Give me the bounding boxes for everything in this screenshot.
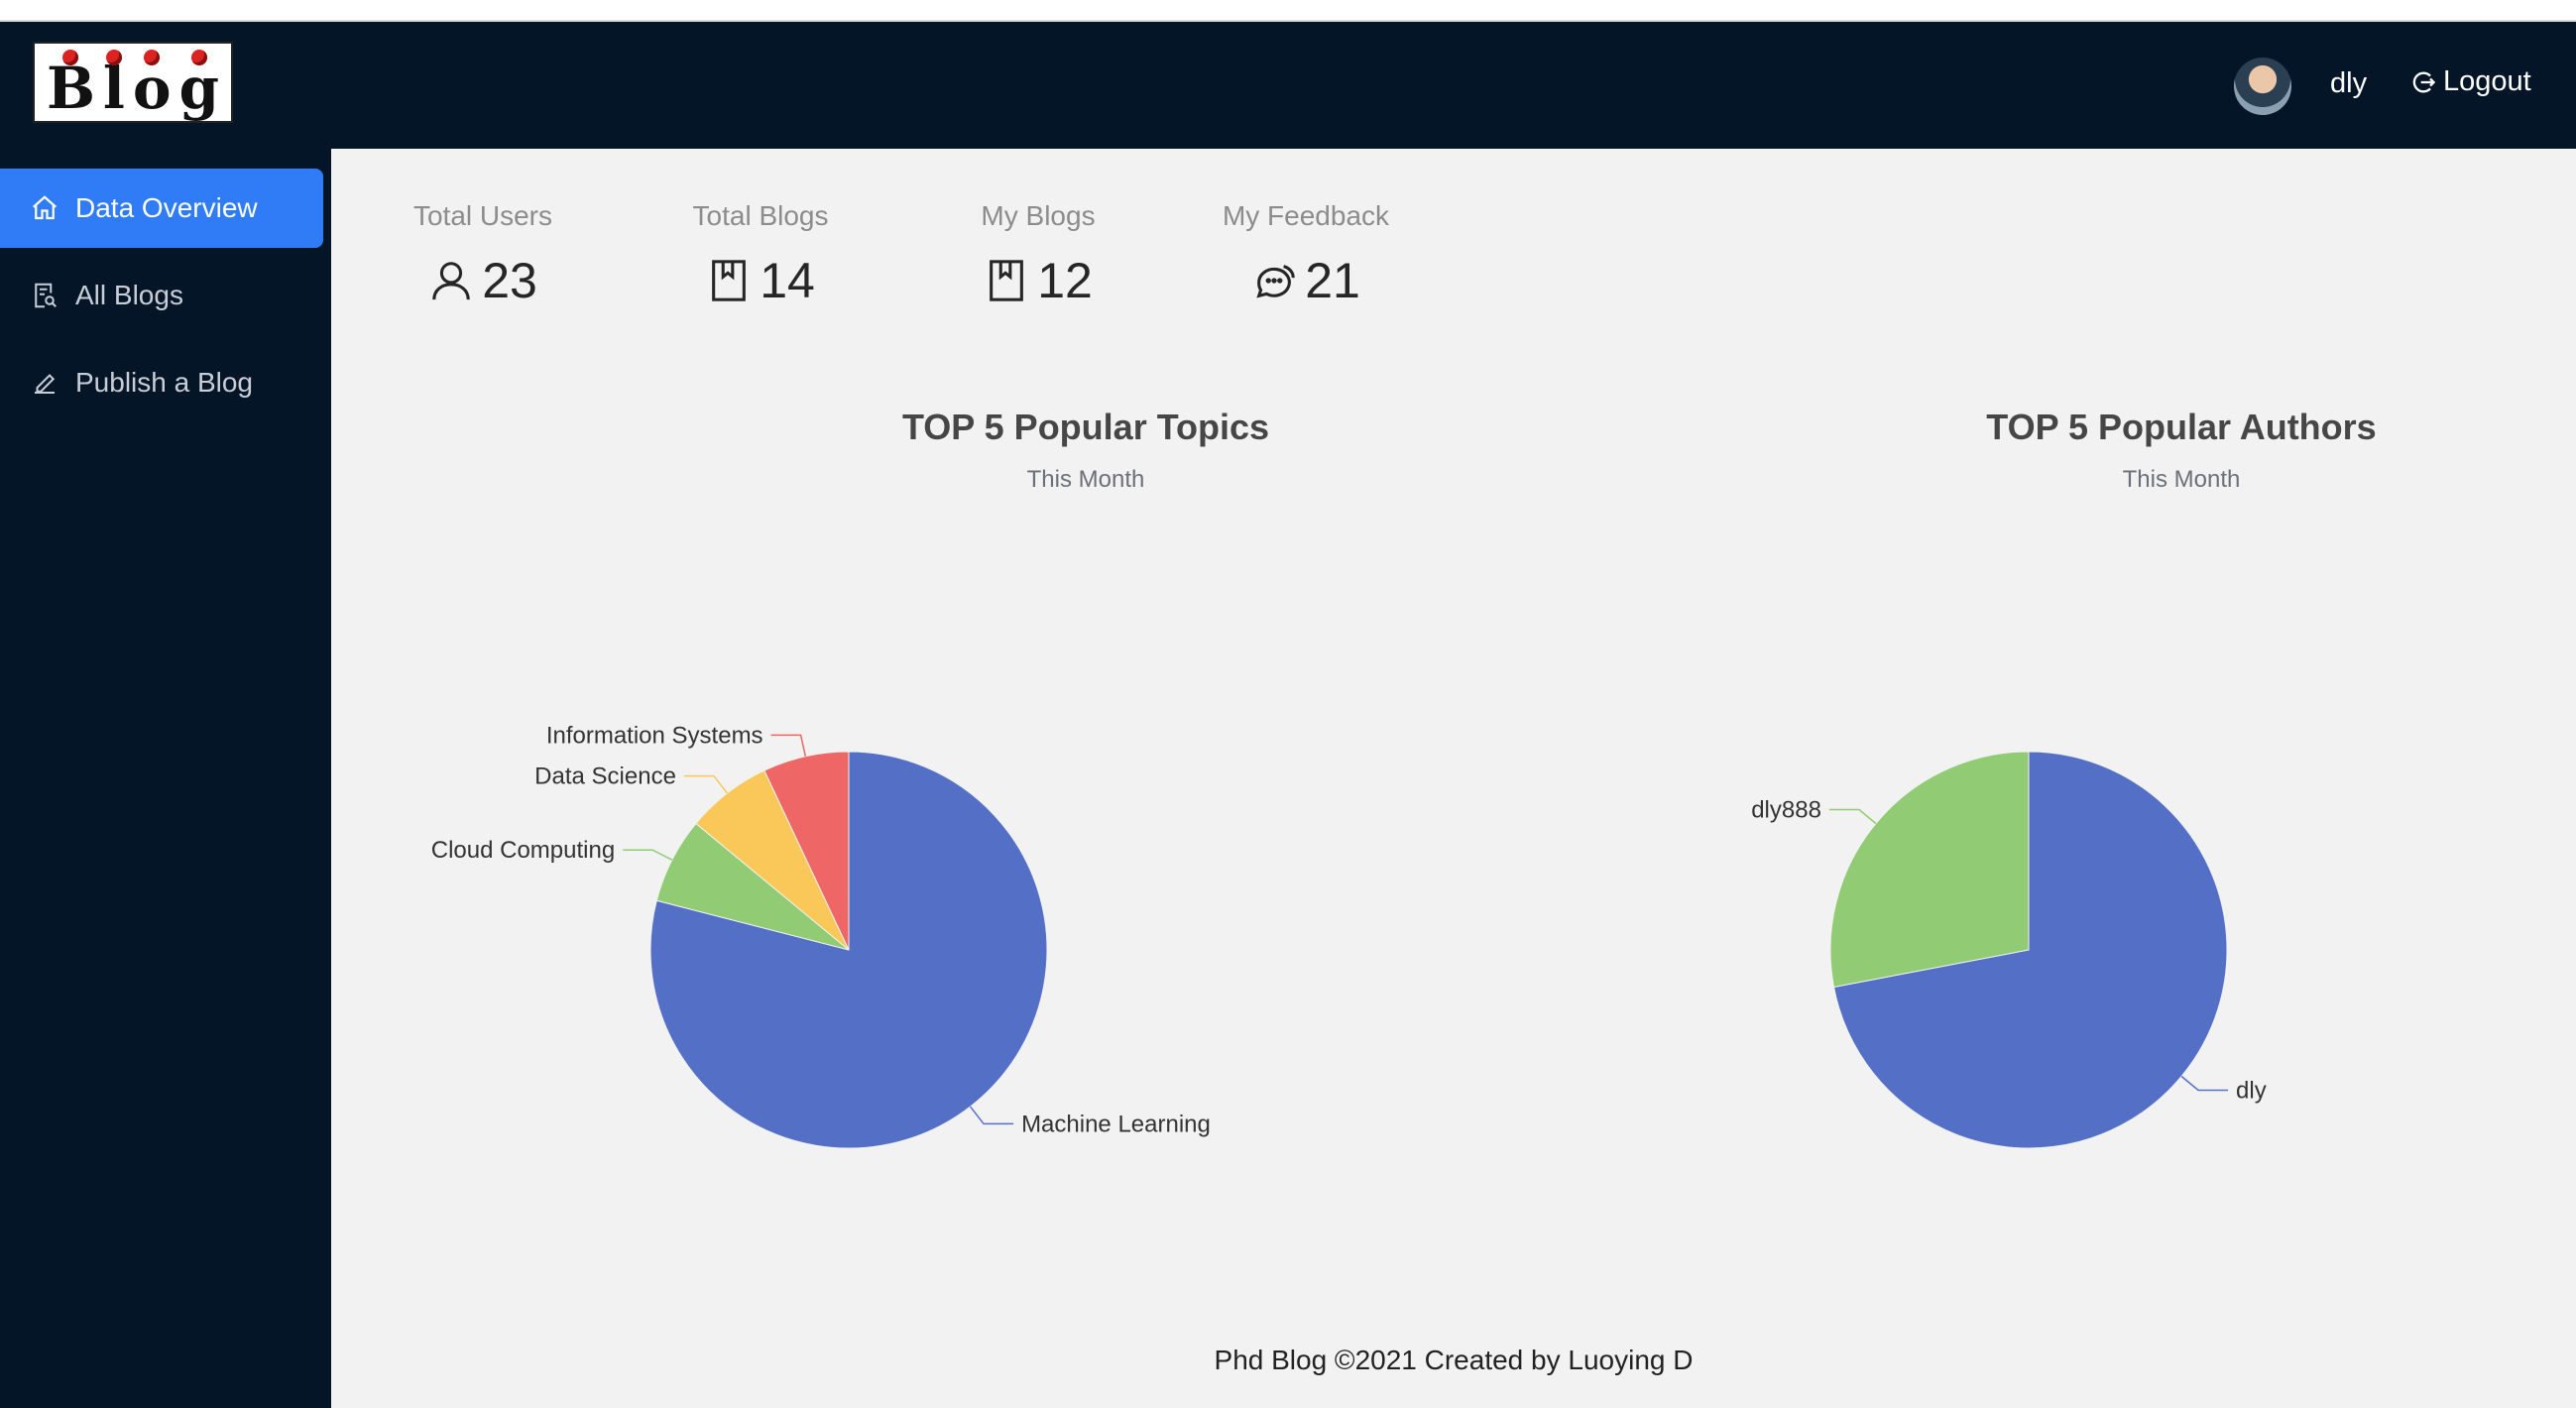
chat-bubbles-icon	[1256, 265, 1295, 298]
stat-label: My Blogs	[981, 200, 1096, 231]
sidebar-item-label: Publish a Blog	[75, 367, 254, 398]
document-search-icon	[35, 283, 57, 308]
pie-label: Cloud Computing	[431, 837, 615, 864]
pie-label: Data Science	[534, 763, 676, 790]
pie-label-line	[969, 1106, 1014, 1125]
stat-value: 14	[760, 253, 815, 308]
pie-label-line	[770, 734, 807, 757]
logo-letter: o	[133, 50, 172, 117]
sidebar-item-all-blogs[interactable]: All Blogs	[0, 256, 323, 335]
chart-subtitle-authors: This Month	[2122, 466, 2241, 493]
stat-total-users: Total Users 23	[409, 200, 557, 309]
stat-value: 23	[482, 253, 537, 308]
pie-label: dly888	[1751, 796, 1821, 823]
pie-slice[interactable]	[1829, 751, 2030, 989]
chart-title-authors: TOP 5 Popular Authors	[1986, 407, 2377, 447]
sidebar: Data Overview All Blogs Publish a Blog	[0, 149, 331, 1408]
home-icon	[33, 195, 57, 220]
browser-top-strip	[0, 0, 2576, 22]
book-icon	[712, 260, 747, 301]
user-icon	[432, 262, 470, 300]
pie-label-line	[683, 774, 729, 794]
pie-label: Information Systems	[546, 722, 763, 749]
user-avatar[interactable]	[2234, 58, 2291, 115]
logo-letter: g	[178, 50, 219, 117]
edit-pen-icon	[35, 374, 56, 394]
chart-title-topics: TOP 5 Popular Topics	[901, 407, 1270, 447]
stat-total-blogs: Total Blogs 14	[686, 200, 835, 309]
pie-label-line	[1828, 808, 1877, 825]
pie-label: dly	[2236, 1078, 2267, 1105]
stat-value: 21	[1305, 253, 1360, 308]
blog-logo[interactable]: B l o g	[33, 42, 233, 123]
sidebar-item-label: Data Overview	[75, 192, 258, 223]
chart-subtitle-topics: This Month	[1026, 466, 1145, 493]
book-icon	[990, 260, 1024, 301]
stat-value: 12	[1037, 253, 1093, 308]
pie-label-line	[623, 849, 673, 861]
footer-text: Phd Blog ©2021 Created by Luoying D	[1214, 1345, 1694, 1375]
pie-label-line	[2180, 1075, 2229, 1092]
stat-my-blogs: My Blogs 12	[964, 200, 1112, 309]
username[interactable]: dly	[2330, 67, 2367, 100]
stat-label: My Feedback	[1222, 200, 1390, 231]
logo-letter: B	[47, 50, 95, 117]
pie-chart-authors: dly dly888	[1751, 751, 2267, 1149]
logout-button[interactable]: Logout	[2409, 65, 2531, 98]
sidebar-item-data-overview[interactable]: Data Overview	[0, 169, 323, 248]
stat-label: Total Users	[412, 200, 553, 231]
stat-label: Total Blogs	[692, 200, 829, 231]
sidebar-item-publish-blog[interactable]: Publish a Blog	[0, 343, 323, 422]
app-header: B l o g dly Logout	[0, 22, 2576, 149]
logout-label: Logout	[2443, 65, 2531, 97]
main-content: Total Users 23 Total Blogs 14 My Blogs 1…	[331, 149, 2576, 1408]
logo-letter: l	[103, 50, 125, 117]
sidebar-item-label: All Blogs	[75, 280, 183, 310]
stat-my-feedback: My Feedback 21	[1212, 200, 1400, 309]
pie-chart-topics: Machine Learning Cloud Computing Data Scie…	[431, 722, 1211, 1149]
logout-icon	[2412, 71, 2436, 92]
pie-label: Machine Learning	[1021, 1111, 1211, 1137]
